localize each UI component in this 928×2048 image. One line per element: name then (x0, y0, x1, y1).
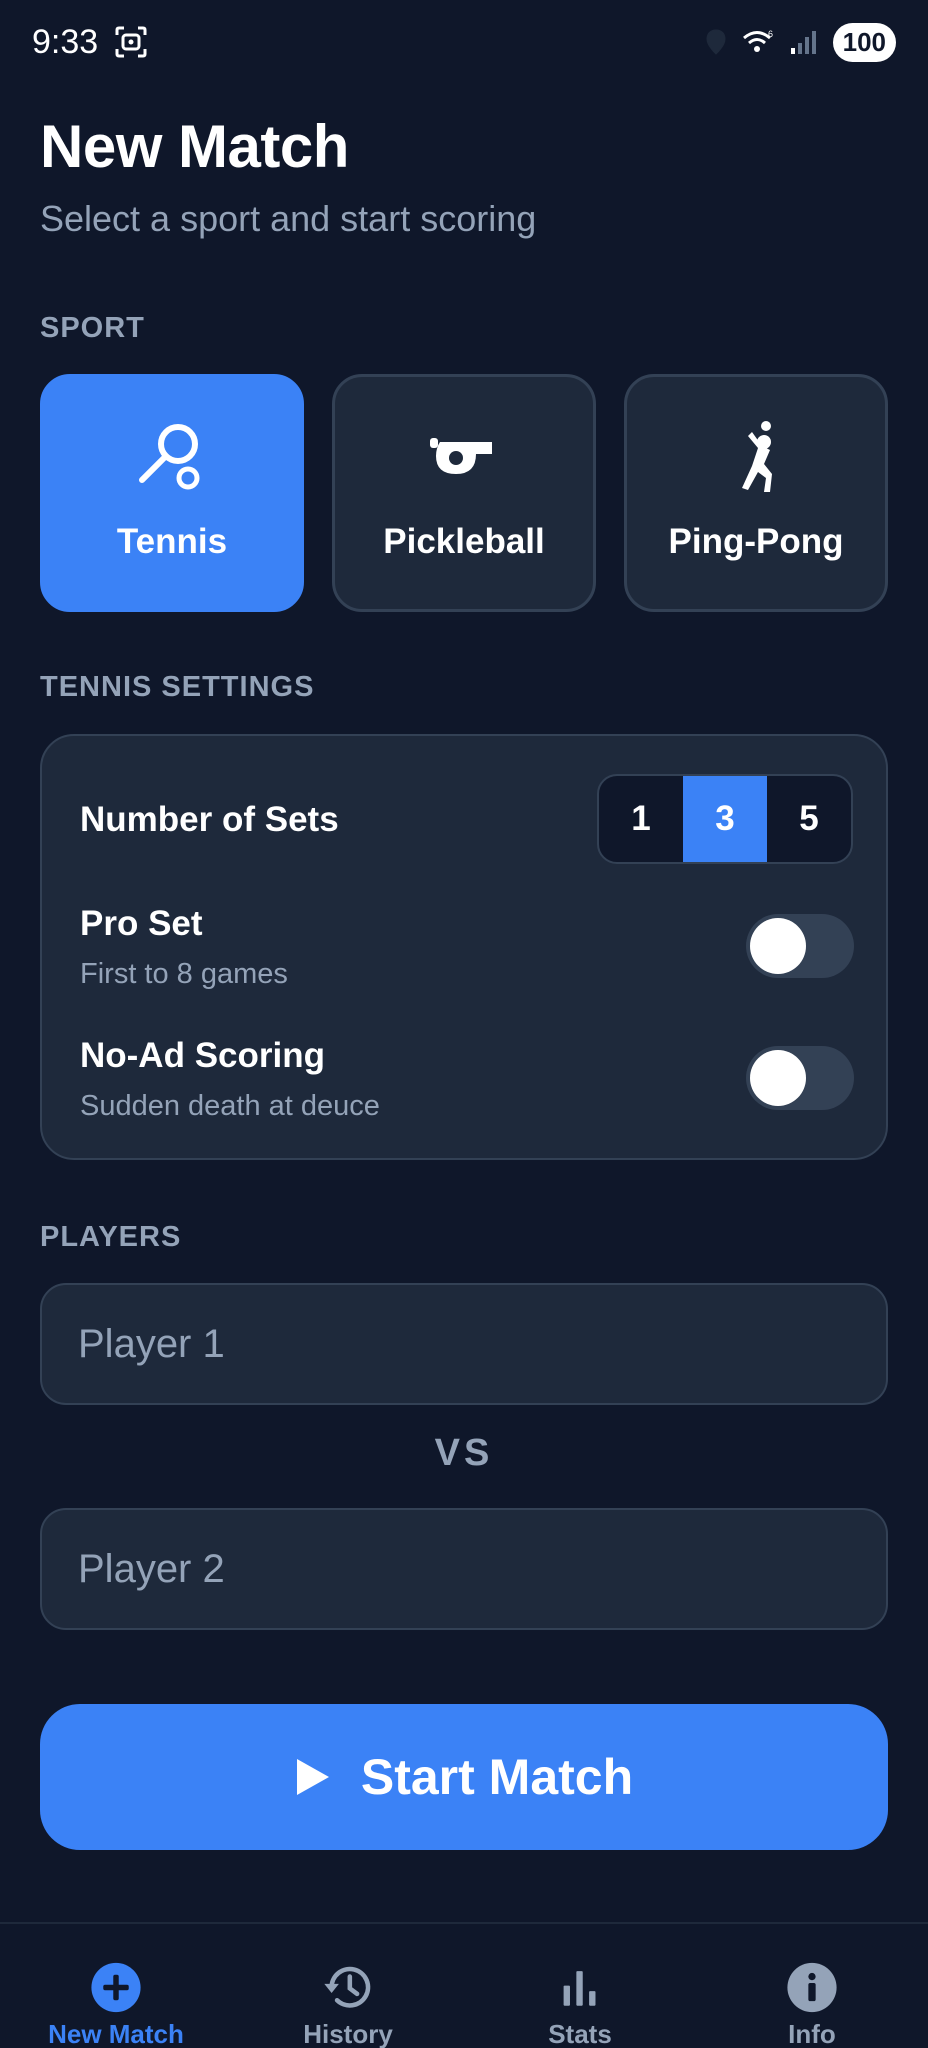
no-ad-scoring-title: No-Ad Scoring (80, 1036, 325, 1075)
battery-indicator: 100 (832, 22, 896, 62)
whistle-icon (430, 438, 492, 474)
status-left: 9:33 (32, 23, 148, 62)
tennis-racket-icon (139, 424, 200, 490)
no-ad-scoring-description: Sudden death at deuce (80, 1090, 380, 1122)
screenshot-icon (115, 26, 147, 58)
settings-section-label: TENNIS SETTINGS (40, 671, 315, 703)
status-bar: 9:33 6 100 (0, 0, 928, 84)
bar-chart-icon (563, 1971, 596, 2006)
pro-set-toggle[interactable] (746, 914, 854, 978)
sport-selector: Tennis Pickleball Ping-Pong (40, 374, 888, 612)
nav-item-new-match[interactable]: New Match (0, 1924, 232, 2048)
sets-option-3[interactable]: 3 (683, 776, 767, 862)
nav-label: Stats (548, 2019, 612, 2048)
sets-option-5[interactable]: 5 (767, 776, 851, 862)
start-match-label: Start Match (360, 1749, 634, 1805)
nav-item-info[interactable]: Info (696, 1924, 928, 2048)
settings-panel: Number of Sets 1 3 5 Pro Set First to 8 … (40, 734, 888, 1160)
play-icon (296, 1759, 329, 1795)
sets-option-1[interactable]: 1 (599, 776, 683, 862)
number-of-sets-title: Number of Sets (80, 800, 339, 839)
page-title: New Match (40, 113, 349, 180)
vs-label: VS (434, 1432, 494, 1474)
svg-text:6: 6 (768, 29, 773, 39)
nav-label: Info (788, 2019, 836, 2048)
player-serving-icon (742, 421, 772, 492)
start-match-button[interactable]: Start Match (40, 1704, 888, 1850)
no-ad-scoring-toggle[interactable] (746, 1046, 854, 1110)
sport-card-tennis[interactable]: Tennis (40, 374, 304, 612)
status-right: 6 100 (705, 22, 896, 62)
history-icon (324, 1966, 371, 2008)
toggle-knob (750, 1050, 806, 1106)
page-subtitle: Select a sport and start scoring (40, 198, 537, 239)
plus-circle-icon (91, 1962, 141, 2013)
bottom-nav: New Match History Stats Info (0, 1922, 928, 2048)
sport-card-pickleball[interactable]: Pickleball (332, 374, 596, 612)
player2-input[interactable] (40, 1508, 888, 1630)
info-icon (787, 1962, 837, 2013)
toggle-knob (750, 918, 806, 974)
pro-set-description: First to 8 games (80, 958, 288, 990)
pro-set-title: Pro Set (80, 904, 203, 943)
status-time: 9:33 (32, 22, 99, 61)
location-icon (706, 29, 726, 55)
player1-input[interactable] (40, 1283, 888, 1405)
nav-label: History (303, 2019, 393, 2048)
nav-label: New Match (48, 2019, 184, 2048)
signal-icon (790, 31, 816, 54)
wifi-icon: 6 (742, 29, 773, 52)
sets-segmented-control: 1 3 5 (597, 774, 853, 864)
sport-section-label: SPORT (40, 312, 145, 344)
sport-label: Ping-Pong (668, 522, 844, 561)
nav-item-stats[interactable]: Stats (464, 1924, 696, 2048)
sport-label: Pickleball (383, 522, 545, 561)
players-section-label: PLAYERS (40, 1221, 182, 1253)
sport-card-ping-pong[interactable]: Ping-Pong (624, 374, 888, 612)
nav-item-history[interactable]: History (232, 1924, 464, 2048)
sport-label: Tennis (116, 522, 228, 561)
